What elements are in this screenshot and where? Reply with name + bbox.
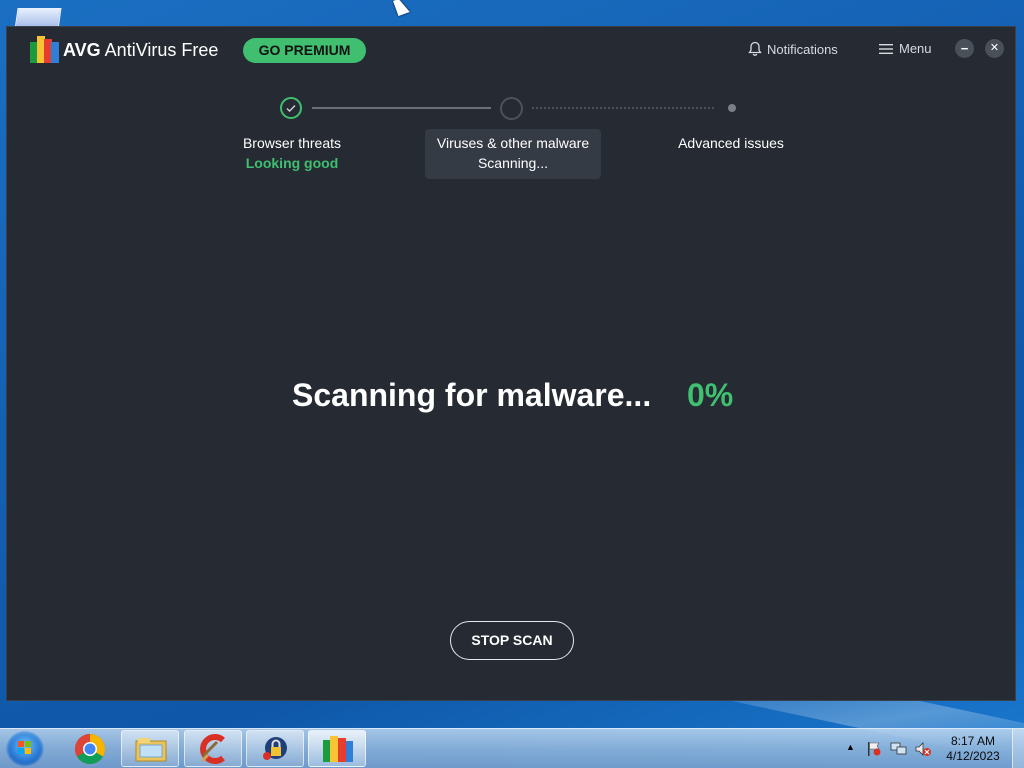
- clock-date: 4/12/2023: [946, 749, 1000, 763]
- taskbar-chrome[interactable]: [60, 730, 118, 767]
- app-title: AVG AntiVirus Free: [63, 40, 218, 61]
- menu-button[interactable]: Menu: [879, 41, 932, 59]
- hamburger-icon: [879, 44, 893, 54]
- scan-progress-percent: 0%: [687, 377, 734, 413]
- security-app-icon: [263, 737, 287, 760]
- system-clock[interactable]: 8:17 AM 4/12/2023: [938, 734, 1008, 764]
- notifications-button[interactable]: Notifications: [748, 41, 838, 59]
- product-name: AntiVirus Free: [100, 40, 219, 60]
- go-premium-button[interactable]: GO PREMIUM: [243, 38, 366, 63]
- step-pending-dot: [728, 104, 736, 112]
- step-viruses-malware: Viruses & other malware Scanning...: [425, 135, 601, 171]
- avg-window: AVG AntiVirus Free GO PREMIUM Notificati…: [7, 27, 1015, 700]
- start-button[interactable]: [6, 731, 44, 767]
- step-label: Advanced issues: [678, 135, 784, 151]
- step-label: Viruses & other malware: [436, 135, 590, 151]
- chrome-icon: [74, 734, 106, 765]
- step-label: Browser threats: [242, 135, 342, 151]
- volume-muted-icon[interactable]: [914, 741, 932, 757]
- ccleaner-icon: [200, 734, 225, 764]
- taskbar: ▲ 8:17 AM 4/12/2023: [0, 728, 1024, 768]
- brand-name: AVG: [63, 40, 101, 60]
- taskbar-file-explorer[interactable]: [121, 730, 179, 767]
- step-advanced-issues: Advanced issues: [672, 135, 790, 151]
- title-bar: AVG AntiVirus Free GO PREMIUM Notificati…: [7, 27, 1015, 75]
- action-center-flag-icon[interactable]: [866, 741, 882, 757]
- taskbar-security-app[interactable]: [246, 730, 304, 767]
- network-icon[interactable]: [890, 741, 908, 757]
- step-done-check-icon: [280, 97, 302, 119]
- close-button[interactable]: ✕: [985, 39, 1004, 58]
- show-desktop-button[interactable]: [1012, 729, 1024, 768]
- show-hidden-icons-button[interactable]: ▲: [846, 742, 855, 768]
- menu-label: Menu: [899, 41, 932, 56]
- avg-icon: [323, 736, 353, 762]
- step-active-indicator: [500, 97, 523, 120]
- taskbar-ccleaner[interactable]: [184, 730, 242, 767]
- windows-logo-icon: [18, 741, 32, 755]
- scan-status-message: Scanning for malware...: [292, 377, 652, 413]
- stop-scan-button[interactable]: STOP SCAN: [450, 621, 574, 660]
- taskbar-avg[interactable]: [308, 730, 366, 767]
- step-status: Looking good: [245, 155, 339, 171]
- mouse-cursor-icon: [393, 0, 410, 17]
- notifications-label: Notifications: [767, 42, 838, 57]
- file-explorer-icon: [135, 738, 167, 762]
- avg-logo-icon: [30, 36, 60, 63]
- clock-time: 8:17 AM: [950, 734, 996, 748]
- step-connector-pending: [532, 107, 714, 109]
- step-status: Scanning...: [477, 155, 549, 171]
- step-browser-threats: Browser threats Looking good: [232, 135, 352, 171]
- minimize-button[interactable]: −: [955, 39, 974, 58]
- step-connector-complete: [312, 107, 491, 109]
- bell-icon: [748, 41, 762, 56]
